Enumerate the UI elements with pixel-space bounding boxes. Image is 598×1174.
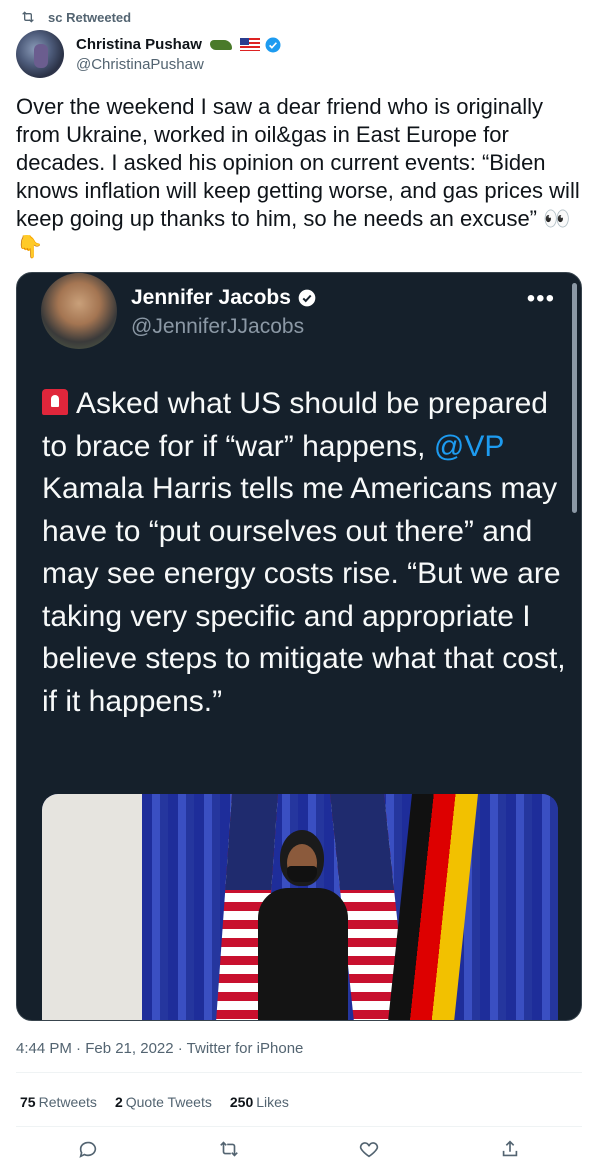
media-wall (42, 794, 142, 1020)
author-handle[interactable]: @ChristinaPushaw (76, 56, 282, 73)
quoted-tweet-text: Asked what US should be prepared to brac… (42, 383, 567, 723)
verified-badge-icon (298, 289, 316, 307)
reply-icon[interactable] (77, 1138, 101, 1162)
like-icon[interactable] (358, 1138, 382, 1162)
quoted-avatar[interactable] (41, 273, 117, 349)
quoted-media-image[interactable] (42, 794, 558, 1020)
divider (16, 1072, 582, 1073)
retweet-banner[interactable]: sc Retweeted (20, 9, 131, 25)
speaker-figure (248, 830, 358, 1020)
verified-badge-icon (265, 37, 281, 52)
avatar[interactable] (16, 30, 64, 78)
retweet-icon[interactable] (218, 1138, 242, 1162)
retweet-icon (22, 11, 34, 23)
crocodile-emoji-icon (209, 39, 232, 50)
divider (16, 1126, 582, 1127)
us-flag-emoji-icon (239, 38, 260, 51)
tweet-author[interactable]: Christina Pushaw @ChristinaPushaw (16, 30, 282, 78)
siren-emoji-icon (42, 389, 68, 415)
quoted-tweet[interactable]: Jennifer Jacobs @JenniferJJacobs ••• Ask… (16, 272, 582, 1021)
stat-retweets[interactable]: 75 Retweets (20, 1094, 97, 1110)
quoted-author-name[interactable]: Jennifer Jacobs (131, 286, 291, 310)
quoted-text-after: Kamala Harris tells me Americans may hav… (42, 472, 566, 718)
retweet-banner-text: sc Retweeted (48, 9, 132, 25)
tweet-stats: 75 Retweets 2 Quote Tweets 250 Likes (20, 1094, 289, 1110)
more-options-icon[interactable]: ••• (527, 285, 555, 313)
tweet-actions (0, 1138, 598, 1166)
share-icon[interactable] (499, 1138, 523, 1162)
tweet-text: Over the weekend I saw a dear friend who… (16, 94, 580, 259)
tweet-meta[interactable]: 4:44 PM · Feb 21, 2022 · Twitter for iPh… (16, 1040, 303, 1057)
quoted-author-handle[interactable]: @JenniferJJacobs (131, 315, 304, 339)
mention-link[interactable]: @VP (434, 430, 504, 463)
scrollbar[interactable] (572, 283, 577, 513)
author-name[interactable]: Christina Pushaw (76, 36, 202, 53)
stat-likes[interactable]: 250 Likes (230, 1094, 289, 1110)
stat-quote-tweets[interactable]: 2 Quote Tweets (115, 1094, 212, 1110)
